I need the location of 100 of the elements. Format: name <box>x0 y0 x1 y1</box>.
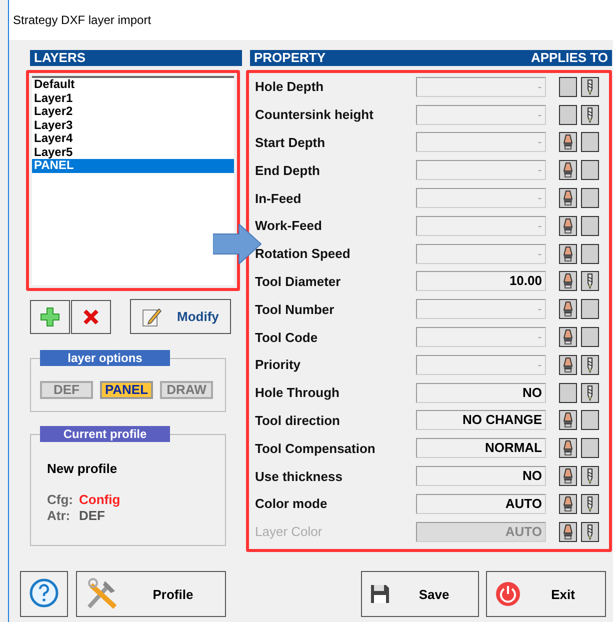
drill-toggle[interactable] <box>581 160 599 180</box>
tool-icon <box>561 468 575 484</box>
panel-toggle[interactable] <box>559 382 577 403</box>
panel-toggle[interactable] <box>559 410 577 430</box>
field-label: Atr: <box>47 508 72 524</box>
panel-toggle[interactable] <box>559 271 577 292</box>
window-title: Strategy DXF layer import <box>13 13 152 27</box>
value-field[interactable]: 10.00 <box>416 271 546 292</box>
value-field[interactable]: NO CHANGE <box>416 410 546 430</box>
add-button[interactable] <box>30 300 70 334</box>
property-label: Hole Depth <box>255 79 325 94</box>
panel-toggle[interactable] <box>559 132 577 152</box>
close-icon <box>82 308 100 326</box>
value-field[interactable]: NO <box>416 382 546 403</box>
panel-toggle[interactable] <box>559 104 577 125</box>
property-label: Hole Through <box>255 385 340 400</box>
option-button[interactable]: PANEL <box>100 381 153 399</box>
tool-icon <box>561 356 575 373</box>
drill-toggle[interactable] <box>581 494 599 514</box>
drill-toggle[interactable] <box>581 410 599 430</box>
tool-icon <box>561 440 575 456</box>
help-icon <box>28 578 60 610</box>
layer-item[interactable]: Default <box>32 78 234 92</box>
drill-toggle[interactable] <box>581 188 599 208</box>
group-title: Current profile <box>40 426 170 442</box>
property-label: Layer Color <box>255 524 324 540</box>
tool-icon <box>561 162 575 178</box>
drill-toggle[interactable] <box>581 244 599 264</box>
panel-toggle[interactable] <box>559 299 577 320</box>
drill-toggle[interactable] <box>581 76 599 97</box>
save-button[interactable]: Save <box>361 571 479 617</box>
exit-button[interactable]: Exit <box>486 571 606 617</box>
panel-toggle[interactable] <box>559 188 577 208</box>
property-label: Tool Number <box>255 302 336 317</box>
tool-icon <box>561 301 575 318</box>
drill-toggle[interactable] <box>581 382 599 403</box>
layer-item[interactable]: Layer3 <box>32 118 234 132</box>
drill-toggle[interactable] <box>581 104 599 125</box>
tool-icon <box>561 412 575 428</box>
panel-toggle[interactable] <box>559 160 577 180</box>
layer-item[interactable]: PANEL <box>32 159 234 172</box>
tool-icon <box>561 190 575 206</box>
property-label: Tool Code <box>255 330 319 345</box>
property-label: Work-Feed <box>255 218 323 234</box>
tool-icon <box>561 496 575 512</box>
panel-toggle[interactable] <box>559 494 577 514</box>
layer-item[interactable]: Layer1 <box>32 92 234 105</box>
drill-toggle[interactable] <box>581 354 599 375</box>
drill-toggle[interactable] <box>581 438 599 458</box>
layer-item[interactable]: Layer2 <box>32 105 234 118</box>
panel-toggle[interactable] <box>559 216 577 236</box>
property-label: Countersink height <box>255 107 374 122</box>
tool-icon <box>561 134 575 150</box>
help-button[interactable] <box>20 571 68 617</box>
drill-toggle[interactable] <box>581 466 599 486</box>
field-value: DEF <box>79 508 105 524</box>
property-label: Start Depth <box>255 134 326 150</box>
property-label: Use thickness <box>255 468 344 484</box>
modify-button[interactable]: Modify <box>130 299 231 334</box>
tool-icon <box>561 246 575 262</box>
value-field[interactable]: NORMAL <box>416 438 546 458</box>
drill-toggle[interactable] <box>581 271 599 292</box>
property-label: End Depth <box>255 162 321 178</box>
profile-button[interactable]: Profile <box>76 571 226 617</box>
property-label: In-Feed <box>255 190 302 206</box>
field-value: Config <box>79 492 120 508</box>
panel-toggle[interactable] <box>559 466 577 486</box>
panel-toggle[interactable] <box>559 76 577 97</box>
property-label: Tool Compensation <box>255 440 376 456</box>
notepad-pencil-icon <box>141 306 163 328</box>
value-field[interactable]: NO <box>416 466 546 486</box>
delete-button[interactable] <box>71 300 111 334</box>
panel-toggle[interactable] <box>559 327 577 348</box>
tool-icon <box>561 524 575 540</box>
panel-toggle[interactable] <box>559 244 577 264</box>
property-label: Tool Diameter <box>255 274 342 289</box>
header-label: APPLIES TO <box>530 50 608 66</box>
value-field[interactable]: AUTO <box>416 494 546 514</box>
field-label: Cfg: <box>47 492 74 508</box>
property-label: Tool direction <box>255 412 341 428</box>
panel-toggle[interactable] <box>559 354 577 375</box>
power-icon <box>495 581 521 607</box>
layer-item[interactable]: Layer4 <box>32 132 234 146</box>
tool-icon <box>561 273 575 290</box>
property-label: Color mode <box>255 496 328 512</box>
drill-toggle[interactable] <box>581 216 599 236</box>
section-header: LAYERS <box>30 50 242 66</box>
layer-item[interactable]: Layer5 <box>32 146 234 159</box>
profile-name: New profile <box>47 461 118 476</box>
property-label: Rotation Speed <box>255 246 352 262</box>
tool-icon <box>561 329 575 346</box>
plus-icon <box>40 306 60 326</box>
tool-icon <box>561 218 575 234</box>
panel-toggle[interactable] <box>559 438 577 458</box>
group-title: layer options <box>40 350 170 366</box>
property-label: Priority <box>255 357 302 372</box>
drill-toggle[interactable] <box>581 327 599 348</box>
header-label: PROPERTY <box>254 50 326 66</box>
drill-toggle[interactable] <box>581 299 599 320</box>
drill-toggle[interactable] <box>581 132 599 152</box>
